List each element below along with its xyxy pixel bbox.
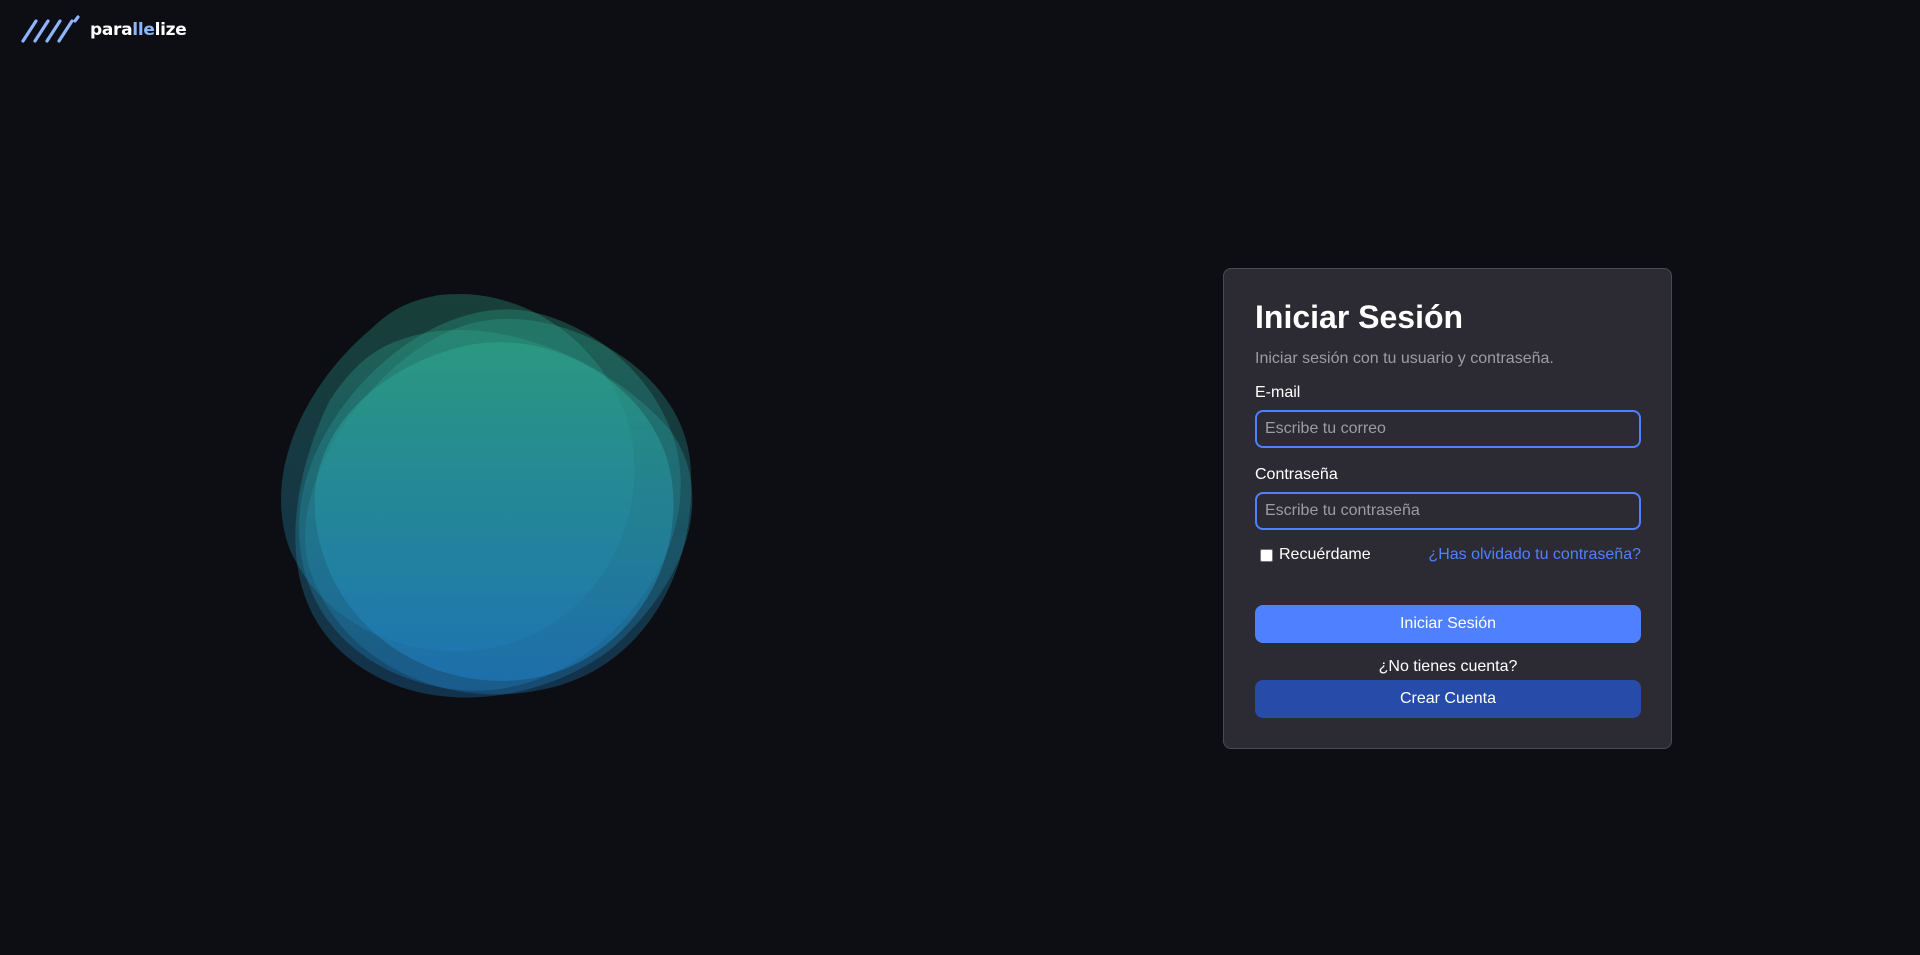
login-card: Iniciar Sesión Iniciar sesión con tu usu… — [1223, 268, 1672, 749]
brand-name: parallelize — [90, 20, 187, 40]
page-title: Iniciar Sesión — [1255, 299, 1464, 335]
create-account-button[interactable]: Crear Cuenta — [1255, 680, 1641, 718]
remember-label[interactable]: Recuérdame — [1279, 546, 1371, 564]
email-label: E-mail — [1255, 384, 1301, 401]
email-field[interactable] — [1255, 410, 1641, 448]
no-account-text: ¿No tienes cuenta? — [1378, 658, 1518, 675]
remember-checkbox[interactable] — [1260, 548, 1273, 562]
forgot-password-link[interactable]: ¿Has olvidado tu contraseña? — [1428, 546, 1641, 564]
password-field[interactable] — [1255, 492, 1641, 530]
parallel-lines-icon — [21, 15, 80, 43]
login-subtitle: Iniciar sesión con tu usuario y contrase… — [1255, 350, 1554, 367]
remember-row: Recuérdame ¿Has olvidado tu contraseña? — [1255, 546, 1641, 564]
password-label: Contraseña — [1255, 466, 1338, 483]
login-button[interactable]: Iniciar Sesión — [1255, 605, 1641, 643]
brand-logo[interactable]: parallelize — [20, 15, 187, 45]
remember-me: Recuérdame — [1255, 546, 1371, 564]
decorative-blob — [270, 280, 750, 760]
